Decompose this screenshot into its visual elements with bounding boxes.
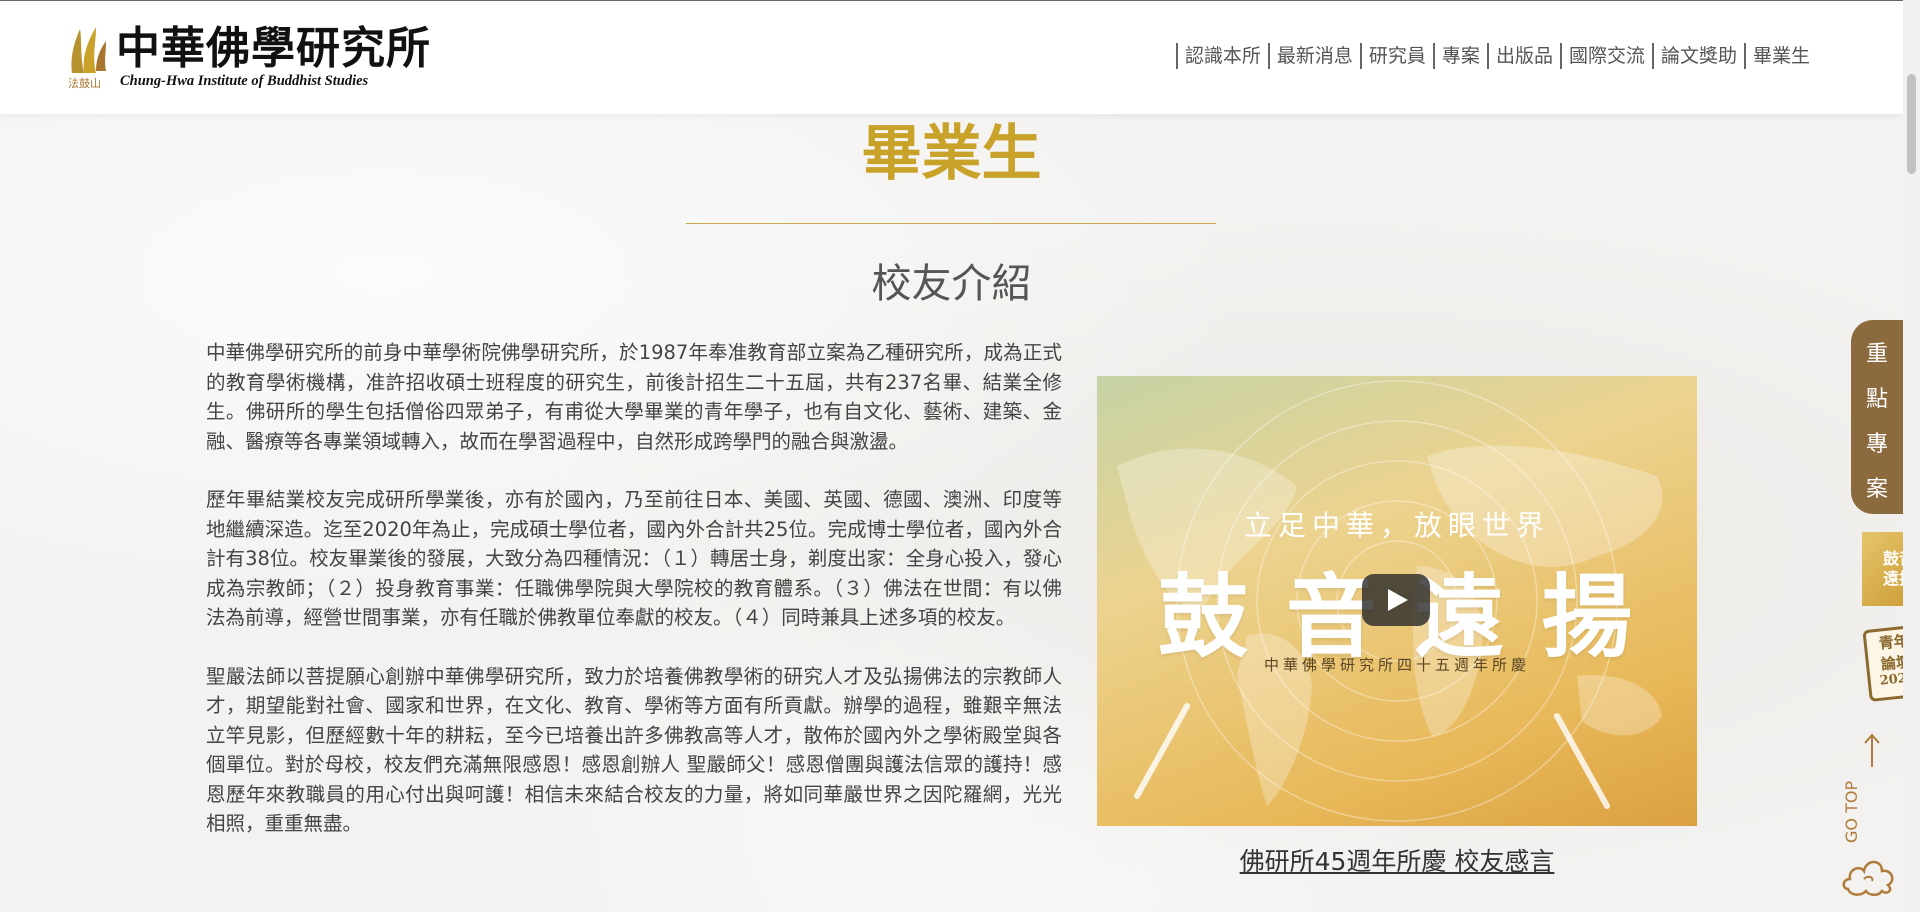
arrow-up-icon bbox=[1864, 733, 1880, 767]
featured-tab-char: 專 bbox=[1865, 432, 1888, 457]
nav-item-international[interactable]: 國際交流 bbox=[1559, 43, 1652, 69]
featured-tab-char: 重 bbox=[1865, 342, 1888, 367]
featured-tab-char: 案 bbox=[1865, 477, 1888, 502]
title-divider bbox=[686, 223, 1216, 224]
featured-tab-char: 點 bbox=[1865, 387, 1888, 412]
nav-item-news[interactable]: 最新消息 bbox=[1267, 43, 1360, 69]
section-subtitle: 校友介紹 bbox=[871, 261, 1032, 307]
intro-paragraph-1: 中華佛學研究所的前身中華學術院佛學研究所，於1987年奉准教育部立案為乙種研究所… bbox=[206, 341, 1062, 453]
intro-paragraph-3: 聖嚴法師以菩提願心創辦中華佛學研究所，致力於培養佛教學術的研究人才及弘揚佛法的宗… bbox=[206, 664, 1062, 836]
nav-item-about[interactable]: 認識本所 bbox=[1175, 43, 1268, 69]
logo-chinese-name: 中華佛學研究所 bbox=[116, 23, 431, 74]
featured-projects-tab[interactable]: 重 點 專 案 bbox=[1851, 320, 1903, 514]
site-header: 中華佛學研究所 法鼓山 Chung-Hwa Institute of Buddh… bbox=[0, 0, 1903, 114]
video-tagline: 立足中華，放眼世界 bbox=[1243, 509, 1550, 542]
logo-seal: 法鼓山 bbox=[68, 77, 101, 90]
video-caption-link[interactable]: 佛研所45週年所慶 校友感言 bbox=[1097, 842, 1697, 878]
go-top-button[interactable]: GO TOP bbox=[1840, 733, 1900, 903]
play-button[interactable] bbox=[1362, 574, 1430, 626]
nav-item-thesis-grants[interactable]: 論文獎助 bbox=[1651, 43, 1744, 69]
nav-item-publications[interactable]: 出版品 bbox=[1486, 43, 1560, 69]
logo-english-name: Chung-Hwa Institute of Buddhist Studies bbox=[120, 73, 369, 89]
intro-paragraph-2: 歷年畢結業校友完成研所學業後，亦有於國內，乃至前往日本、美國、英國、德國、澳洲、… bbox=[206, 488, 1062, 629]
nav-item-projects[interactable]: 專案 bbox=[1432, 43, 1487, 69]
anniversary-video[interactable]: 立足中華，放眼世界 鼓音遠揚 中華佛學研究所四十五週年所慶 bbox=[1097, 376, 1697, 826]
page-scrollbar[interactable] bbox=[1903, 0, 1920, 912]
main-nav: 認識本所 最新消息 研究員 專案 出版品 國際交流 論文獎助 畢業生 bbox=[1175, 43, 1817, 69]
nav-item-researchers[interactable]: 研究員 bbox=[1359, 43, 1433, 69]
scrollbar-thumb[interactable] bbox=[1907, 74, 1916, 174]
page-title: 畢業生 bbox=[861, 119, 1042, 189]
video-subline: 中華佛學研究所四十五週年所慶 bbox=[1263, 656, 1530, 674]
nav-item-graduates[interactable]: 畢業生 bbox=[1743, 43, 1817, 69]
logo-flame-icon bbox=[71, 27, 106, 73]
site-logo[interactable]: 中華佛學研究所 法鼓山 Chung-Hwa Institute of Buddh… bbox=[68, 21, 448, 93]
cloud-icon bbox=[1842, 860, 1894, 896]
alumni-intro-text: 中華佛學研究所的前身中華學術院佛學研究所，於1987年奉准教育部立案為乙種研究所… bbox=[206, 338, 1062, 868]
go-top-label: GO TOP bbox=[1842, 780, 1861, 843]
